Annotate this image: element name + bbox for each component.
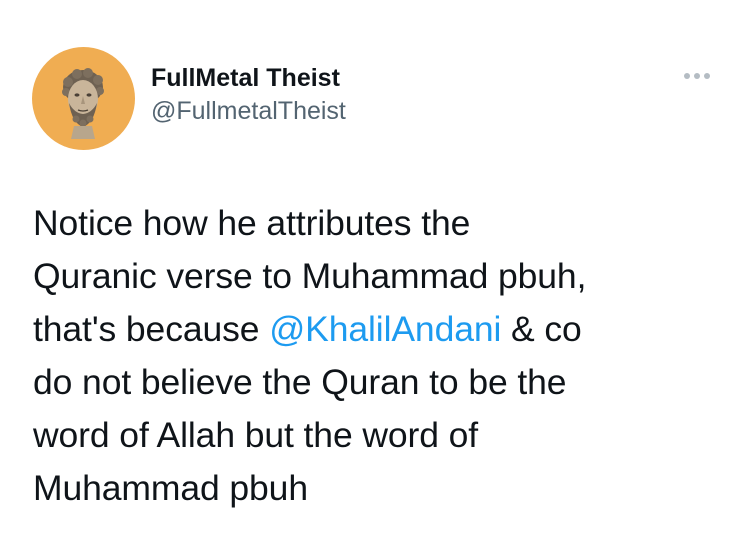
tweet-line: Muhammad pbuh <box>33 468 308 508</box>
tweet-line: Quranic verse to Muhammad pbuh, <box>33 256 587 296</box>
author-names: FullMetal Theist @FullmetalTheist <box>151 62 346 128</box>
tweet-line: that's because @KhalilAndani & co <box>33 303 733 356</box>
bust-icon <box>62 68 104 139</box>
tweet-line: do not believe the Quran to be the <box>33 362 567 402</box>
tweet-line: word of Allah but the word of <box>33 415 479 455</box>
tweet-line: Notice how he attributes the <box>33 203 471 243</box>
tweet-body: Notice how he attributes the Quranic ver… <box>33 197 733 515</box>
tweet-text-segment: that's because <box>33 309 270 349</box>
more-horizontal-icon <box>684 73 710 79</box>
author-display-name[interactable]: FullMetal Theist <box>151 62 346 94</box>
more-options-button[interactable] <box>680 68 714 84</box>
author-handle[interactable]: @FullmetalTheist <box>151 94 346 128</box>
avatar[interactable] <box>32 47 135 150</box>
tweet-card: FullMetal Theist @FullmetalTheist Notice… <box>0 0 750 546</box>
tweet-text-segment: & co <box>501 309 582 349</box>
mention-link[interactable]: @KhalilAndani <box>269 309 501 349</box>
